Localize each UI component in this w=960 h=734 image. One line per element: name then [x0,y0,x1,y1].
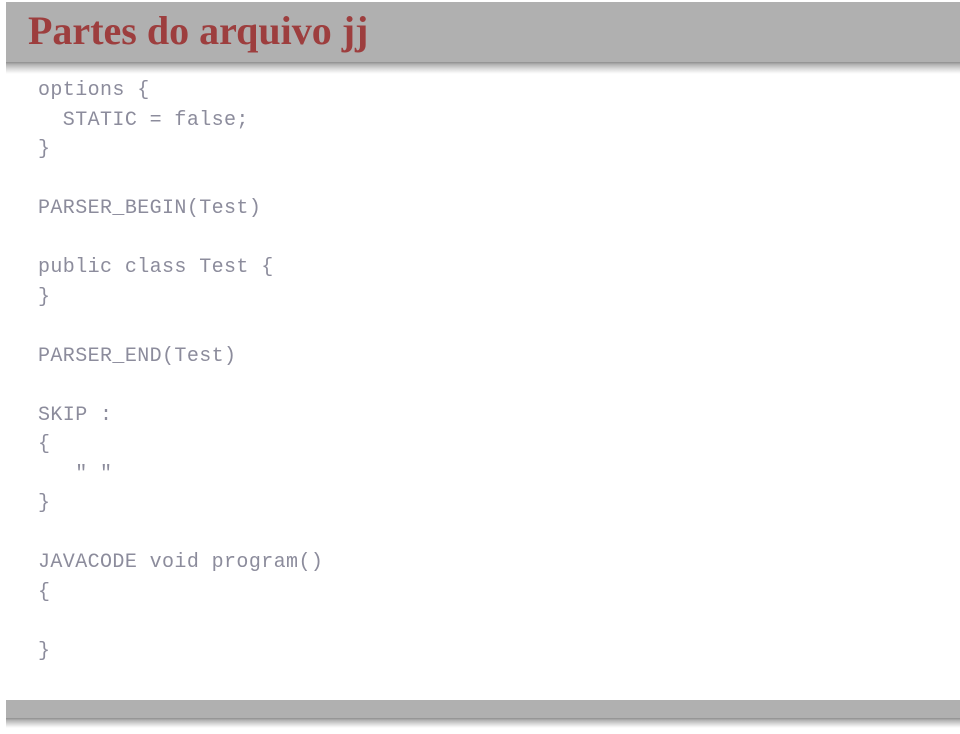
code-listing: options { STATIC = false;} PARSER_BEGIN(… [38,76,918,666]
code-line: } [38,138,51,161]
code-line: { [38,433,51,456]
code-line: PARSER_END(Test) [38,344,237,368]
code-line: } [38,492,51,515]
code-line: SKIP : [38,403,113,427]
code-line: JAVACODE void program() [38,551,324,574]
header-shadow-gradient [6,62,960,74]
code-line: } [38,639,51,663]
code-line: { [38,580,51,604]
page-title: Partes do arquivo jj [28,8,369,53]
code-line: " " [38,462,113,486]
code-line: public class Test { [38,256,274,279]
footer-clip: Como construir um compilador utilizando … [0,712,960,734]
code-line: PARSER_BEGIN(Test) [38,197,262,220]
code-line: STATIC = false; [38,108,249,132]
slide: Partes do arquivo jj options { STATIC = … [0,0,960,734]
code-line: } [38,285,51,309]
code-line: options { [38,79,150,102]
